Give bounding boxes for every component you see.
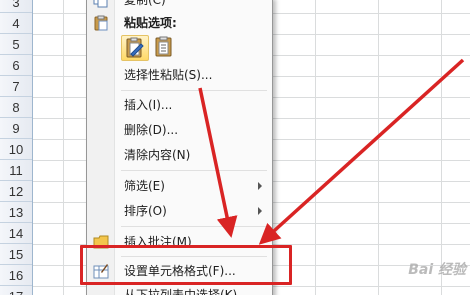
annotation-arrows	[198, 58, 465, 245]
arrow-from-right	[258, 58, 465, 245]
arrow-from-top	[198, 87, 238, 238]
watermark: Bai 经验	[408, 262, 466, 278]
